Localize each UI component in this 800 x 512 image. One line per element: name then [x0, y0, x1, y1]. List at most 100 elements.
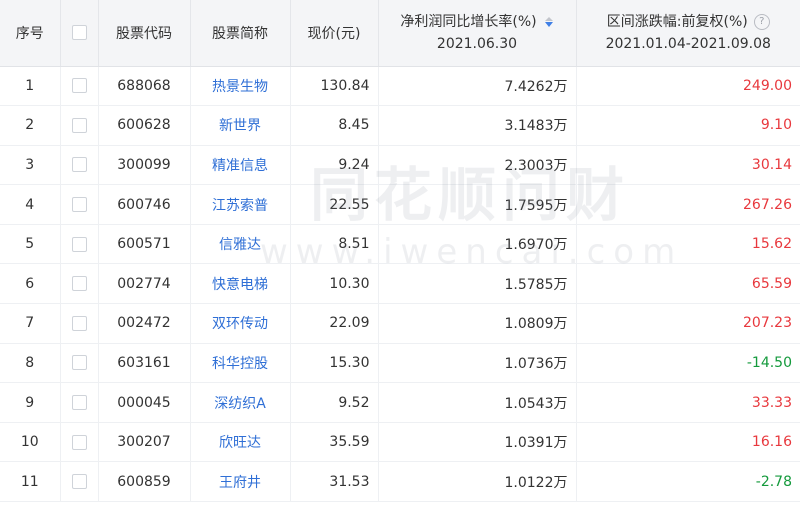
row-checkbox[interactable] — [71, 157, 87, 173]
row-checkbox[interactable] — [71, 355, 87, 371]
header-growth[interactable]: 净利润同比增长率(%) 2021.06.30 — [378, 0, 577, 67]
stock-name-link[interactable]: 科华控股 — [212, 356, 268, 372]
header-change[interactable]: 区间涨跌幅:前复权(%) ? 2021.01.04-2021.09.08 — [576, 0, 800, 67]
header-select-all[interactable] — [60, 0, 99, 67]
row-checkbox[interactable] — [71, 197, 87, 213]
row-checkbox[interactable] — [71, 474, 87, 490]
table-row[interactable]: 11 600859 王府井 31.53 1.0122万 -2.78 — [0, 461, 800, 503]
row-select[interactable] — [60, 66, 99, 107]
stock-name-cell[interactable]: 新世界 — [190, 105, 291, 146]
interval-change: 267.26 — [576, 184, 800, 225]
row-select[interactable] — [60, 263, 99, 305]
header-code[interactable]: 股票代码 — [98, 0, 191, 67]
interval-change: 33.33 — [576, 382, 800, 423]
stock-results-table: 序号 股票代码 股票简称 现价(元) 净利润同比增长率(%) 2021.06.3… — [0, 0, 800, 503]
row-checkbox[interactable] — [71, 395, 87, 411]
net-profit-growth: 1.0736万 — [378, 343, 577, 384]
table-row[interactable]: 1 688068 热景生物 130.84 7.4262万 249.00 — [0, 66, 800, 107]
stock-name-cell[interactable]: 王府井 — [190, 461, 291, 503]
row-select[interactable] — [60, 422, 99, 463]
stock-price: 8.45 — [290, 105, 379, 146]
stock-name-cell[interactable]: 热景生物 — [190, 66, 291, 107]
stock-name-link[interactable]: 信雅达 — [219, 237, 261, 253]
stock-name-cell[interactable]: 信雅达 — [190, 224, 291, 265]
row-select[interactable] — [60, 145, 99, 186]
header-growth-date: 2021.06.30 — [436, 35, 518, 52]
stock-price: 15.30 — [290, 343, 379, 384]
select-all-checkbox[interactable] — [71, 25, 87, 41]
net-profit-growth: 1.0809万 — [378, 303, 577, 344]
table-row[interactable]: 6 002774 快意电梯 10.30 1.5785万 65.59 — [0, 263, 800, 305]
row-select[interactable] — [60, 184, 99, 225]
row-index: 5 — [0, 224, 61, 265]
table-row[interactable]: 10 300207 欣旺达 35.59 1.0391万 16.16 — [0, 422, 800, 463]
row-select[interactable] — [60, 343, 99, 384]
row-select[interactable] — [60, 382, 99, 423]
header-index: 序号 — [0, 0, 61, 67]
stock-name-cell[interactable]: 双环传动 — [190, 303, 291, 344]
stock-name-link[interactable]: 快意电梯 — [212, 277, 268, 293]
stock-name-cell[interactable]: 欣旺达 — [190, 422, 291, 463]
stock-name-link[interactable]: 欣旺达 — [219, 435, 261, 451]
table-header: 序号 股票代码 股票简称 现价(元) 净利润同比增长率(%) 2021.06.3… — [0, 0, 800, 67]
row-checkbox[interactable] — [71, 117, 87, 133]
row-checkbox[interactable] — [71, 78, 87, 94]
table-body: 1 688068 热景生物 130.84 7.4262万 249.00 2 600628 新世界… — [0, 66, 800, 503]
row-index: 11 — [0, 461, 61, 503]
stock-name-link[interactable]: 双环传动 — [212, 316, 268, 332]
help-icon[interactable]: ? — [753, 13, 770, 30]
stock-code: 688068 — [98, 66, 191, 107]
stock-price: 35.59 — [290, 422, 379, 463]
net-profit-growth: 3.1483万 — [378, 105, 577, 146]
row-index: 4 — [0, 184, 61, 225]
table-row[interactable]: 4 600746 江苏索普 22.55 1.7595万 267.26 — [0, 184, 800, 225]
sort-desc-icon[interactable] — [544, 16, 554, 27]
table-row[interactable]: 9 000045 深纺织A 9.52 1.0543万 33.33 — [0, 382, 800, 423]
stock-code: 300099 — [98, 145, 191, 186]
header-row: 序号 股票代码 股票简称 现价(元) 净利润同比增长率(%) 2021.06.3… — [0, 0, 800, 67]
interval-change: 15.62 — [576, 224, 800, 265]
stock-code: 600628 — [98, 105, 191, 146]
interval-change: 207.23 — [576, 303, 800, 344]
header-change-range: 2021.01.04-2021.09.08 — [605, 35, 771, 52]
header-growth-title: 净利润同比增长率(%) — [400, 13, 537, 30]
stock-price: 8.51 — [290, 224, 379, 265]
stock-name-link[interactable]: 新世界 — [219, 118, 261, 134]
stock-name-cell[interactable]: 快意电梯 — [190, 263, 291, 305]
row-select[interactable] — [60, 461, 99, 503]
stock-name-link[interactable]: 精准信息 — [212, 158, 268, 174]
stock-name-cell[interactable]: 深纺织A — [190, 382, 291, 423]
stock-code: 002774 — [98, 263, 191, 305]
stock-name-link[interactable]: 王府井 — [219, 475, 261, 491]
table-row[interactable]: 3 300099 精准信息 9.24 2.3003万 30.14 — [0, 145, 800, 186]
row-checkbox[interactable] — [71, 236, 87, 252]
stock-price: 10.30 — [290, 263, 379, 305]
row-index: 3 — [0, 145, 61, 186]
header-price[interactable]: 现价(元) — [290, 0, 379, 67]
table-row[interactable]: 5 600571 信雅达 8.51 1.6970万 15.62 — [0, 224, 800, 265]
stock-price: 31.53 — [290, 461, 379, 503]
row-checkbox[interactable] — [71, 434, 87, 450]
table-row[interactable]: 7 002472 双环传动 22.09 1.0809万 207.23 — [0, 303, 800, 344]
stock-code: 600746 — [98, 184, 191, 225]
table-row[interactable]: 2 600628 新世界 8.45 3.1483万 9.10 — [0, 105, 800, 146]
stock-price: 22.55 — [290, 184, 379, 225]
table-row[interactable]: 8 603161 科华控股 15.30 1.0736万 -14.50 — [0, 343, 800, 384]
net-profit-growth: 1.6970万 — [378, 224, 577, 265]
stock-name-cell[interactable]: 精准信息 — [190, 145, 291, 186]
row-checkbox[interactable] — [71, 276, 87, 292]
stock-name-link[interactable]: 江苏索普 — [212, 198, 268, 214]
row-select[interactable] — [60, 105, 99, 146]
row-select[interactable] — [60, 303, 99, 344]
row-select[interactable] — [60, 224, 99, 265]
stock-code: 600859 — [98, 461, 191, 503]
stock-name-cell[interactable]: 科华控股 — [190, 343, 291, 384]
stock-name-link[interactable]: 热景生物 — [212, 79, 268, 95]
row-checkbox[interactable] — [71, 315, 87, 331]
stock-name-link[interactable]: 深纺织A — [214, 396, 266, 412]
header-name[interactable]: 股票简称 — [190, 0, 291, 67]
stock-price: 22.09 — [290, 303, 379, 344]
interval-change: 249.00 — [576, 66, 800, 107]
stock-name-cell[interactable]: 江苏索普 — [190, 184, 291, 225]
net-profit-growth: 1.0543万 — [378, 382, 577, 423]
